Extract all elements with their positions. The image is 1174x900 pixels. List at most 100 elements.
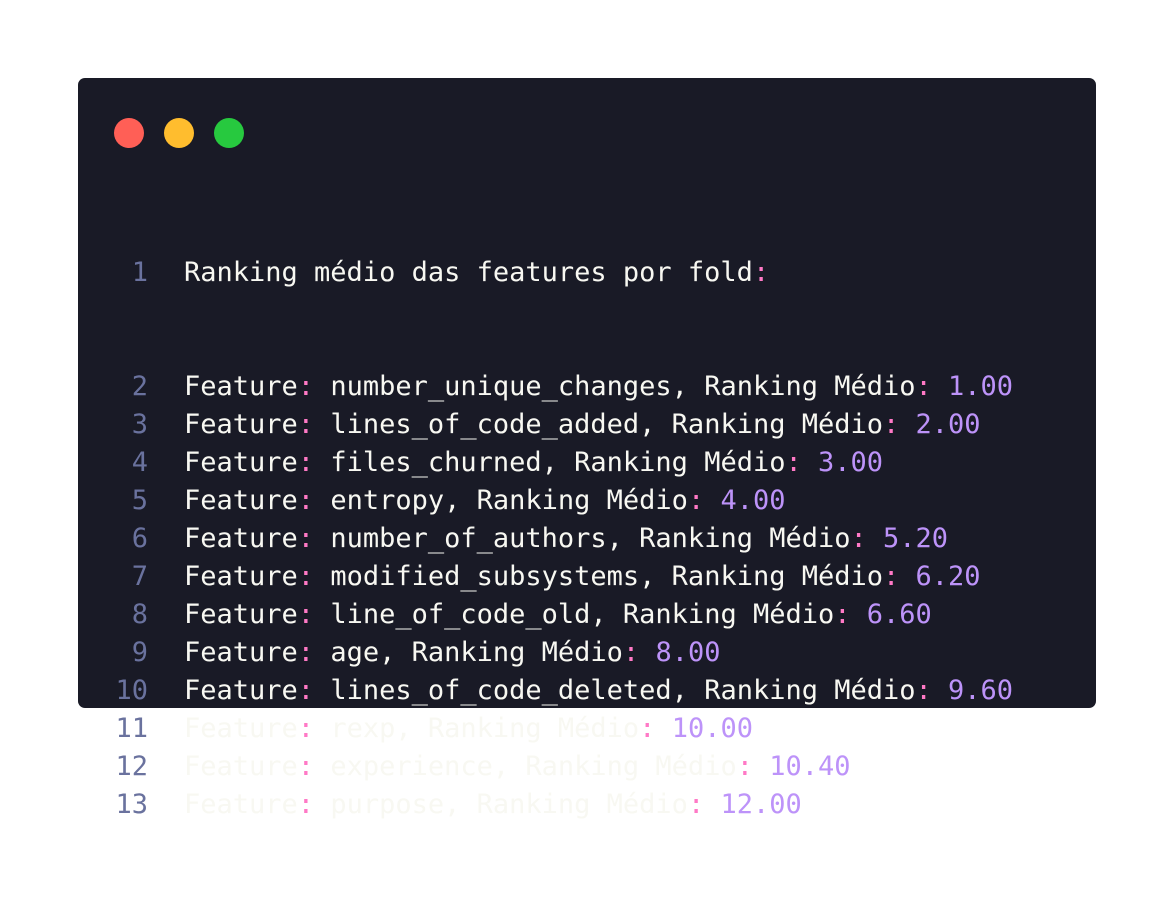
line-number: 12: [115, 751, 148, 782]
code-line: 8 Feature: line_of_code_old, Ranking Médi…: [78, 596, 1096, 634]
ranking-value: 6.20: [899, 561, 981, 592]
line-content: Feature: experience, Ranking Médio: 10.4…: [148, 748, 851, 786]
code-line: 6 Feature: number_of_authors, Ranking Méd…: [78, 520, 1096, 558]
header-text: Ranking médio das features por fold: [184, 257, 753, 288]
line-content: Feature: line_of_code_old, Ranking Médio…: [148, 596, 932, 634]
ranking-colon: :: [736, 751, 753, 782]
feature-colon: :: [297, 523, 315, 554]
feature-colon: :: [297, 409, 315, 440]
minimize-dot-icon[interactable]: [164, 118, 194, 148]
code-line: 9 Feature: age, Ranking Médio: 8.00: [78, 634, 1096, 672]
feature-colon: :: [297, 675, 315, 706]
code-line: 7 Feature: modified_subsystems, Ranking M…: [78, 558, 1096, 596]
line-content: Ranking médio das features por fold:: [148, 254, 769, 292]
line-content: Feature: rexp, Ranking Médio: 10.00: [148, 710, 753, 748]
ranking-value: 10.00: [655, 713, 753, 744]
feature-name-text: lines_of_code_added, Ranking Médio: [314, 409, 884, 440]
ranking-colon: :: [834, 599, 851, 630]
line-content: Feature: number_of_authors, Ranking Médi…: [148, 520, 948, 558]
line-content: Feature: entropy, Ranking Médio: 4.00: [148, 482, 785, 520]
maximize-dot-icon[interactable]: [214, 118, 244, 148]
feature-name-text: modified_subsystems, Ranking Médio: [314, 561, 884, 592]
feature-keyword: Feature: [184, 675, 298, 706]
line-number: 9: [131, 637, 148, 668]
ranking-colon: :: [622, 637, 640, 668]
code-line: 5 Feature: entropy, Ranking Médio: 4.00: [78, 482, 1096, 520]
feature-colon: :: [297, 599, 315, 630]
line-content: Feature: lines_of_code_deleted, Ranking …: [148, 672, 1013, 710]
feature-name-text: line_of_code_old, Ranking Médio: [314, 599, 835, 630]
ranking-value: 5.20: [866, 523, 949, 554]
line-number: 6: [131, 523, 148, 554]
code-window: 1 Ranking médio das features por fold: 2…: [78, 78, 1096, 820]
code-line: 4 Feature: files_churned, Ranking Médio: …: [78, 444, 1096, 482]
feature-keyword: Feature: [184, 409, 298, 440]
feature-keyword: Feature: [184, 637, 298, 668]
feature-name-text: lines_of_code_deleted, Ranking Médio: [314, 675, 916, 706]
line-content: Feature: number_unique_changes, Ranking …: [148, 368, 1013, 406]
feature-keyword: Feature: [184, 371, 298, 402]
ranking-value: 1.00: [931, 371, 1014, 402]
feature-keyword: Feature: [184, 789, 298, 820]
feature-keyword: Feature: [184, 599, 298, 630]
line-number: 3: [131, 409, 148, 440]
feature-keyword: Feature: [184, 751, 298, 782]
feature-name-text: age, Ranking Médio: [314, 637, 623, 668]
feature-keyword: Feature: [184, 523, 298, 554]
feature-name-text: purpose, Ranking Médio: [314, 789, 688, 820]
ranking-colon: :: [883, 409, 900, 440]
feature-name-text: rexp, Ranking Médio: [314, 713, 640, 744]
ranking-colon: :: [639, 713, 656, 744]
line-content: Feature: purpose, Ranking Médio: 12.00: [148, 786, 802, 824]
code-line: 12 Feature: experience, Ranking Médio: 10…: [78, 748, 1096, 786]
line-content: Feature: age, Ranking Médio: 8.00: [148, 634, 720, 672]
line-content: Feature: modified_subsystems, Ranking Mé…: [148, 558, 981, 596]
ranking-colon: :: [687, 789, 705, 820]
code-line: 1 Ranking médio das features por fold:: [78, 254, 1096, 292]
feature-keyword: Feature: [184, 561, 298, 592]
feature-colon: :: [297, 447, 315, 478]
ranking-value: 12.00: [704, 789, 802, 820]
ranking-colon: :: [687, 485, 705, 516]
ranking-value: 9.60: [931, 675, 1014, 706]
feature-colon: :: [297, 485, 315, 516]
feature-colon: :: [297, 637, 315, 668]
window-controls: [114, 118, 244, 148]
feature-name-text: number_of_authors, Ranking Médio: [314, 523, 851, 554]
feature-colon: :: [297, 561, 315, 592]
line-number: 8: [131, 599, 148, 630]
close-dot-icon[interactable]: [114, 118, 144, 148]
feature-colon: :: [297, 751, 315, 782]
code-line: 2 Feature: number_unique_changes, Ranking…: [78, 368, 1096, 406]
line-number: 13: [115, 789, 148, 820]
line-number: 2: [131, 371, 148, 402]
ranking-colon: :: [915, 371, 932, 402]
ranking-colon: :: [883, 561, 900, 592]
feature-name-text: entropy, Ranking Médio: [314, 485, 688, 516]
feature-name-text: experience, Ranking Médio: [314, 751, 737, 782]
feature-keyword: Feature: [184, 485, 298, 516]
ranking-colon: :: [785, 447, 802, 478]
code-line: 10 Feature: lines_of_code_deleted, Rankin…: [78, 672, 1096, 710]
ranking-value: 6.60: [850, 599, 932, 630]
feature-name-text: files_churned, Ranking Médio: [314, 447, 786, 478]
line-content: Feature: lines_of_code_added, Ranking Mé…: [148, 406, 981, 444]
line-content: Feature: files_churned, Ranking Médio: 3…: [148, 444, 883, 482]
ranking-colon: :: [850, 523, 867, 554]
line-number: 5: [131, 485, 148, 516]
ranking-value: 4.00: [704, 485, 786, 516]
ranking-value: 8.00: [639, 637, 721, 668]
feature-colon: :: [297, 789, 315, 820]
code-block: 1 Ranking médio das features por fold: 2…: [78, 178, 1096, 900]
feature-keyword: Feature: [184, 447, 298, 478]
line-number: 4: [131, 447, 148, 478]
line-number: 1: [131, 257, 148, 288]
feature-colon: :: [297, 713, 315, 744]
feature-name-text: number_unique_changes, Ranking Médio: [314, 371, 916, 402]
code-line: 13 Feature: purpose, Ranking Médio: 12.00: [78, 786, 1096, 824]
ranking-colon: :: [915, 675, 932, 706]
feature-colon: :: [297, 371, 315, 402]
header-colon: :: [752, 257, 770, 288]
code-line: 11 Feature: rexp, Ranking Médio: 10.00: [78, 710, 1096, 748]
ranking-value: 3.00: [801, 447, 884, 478]
